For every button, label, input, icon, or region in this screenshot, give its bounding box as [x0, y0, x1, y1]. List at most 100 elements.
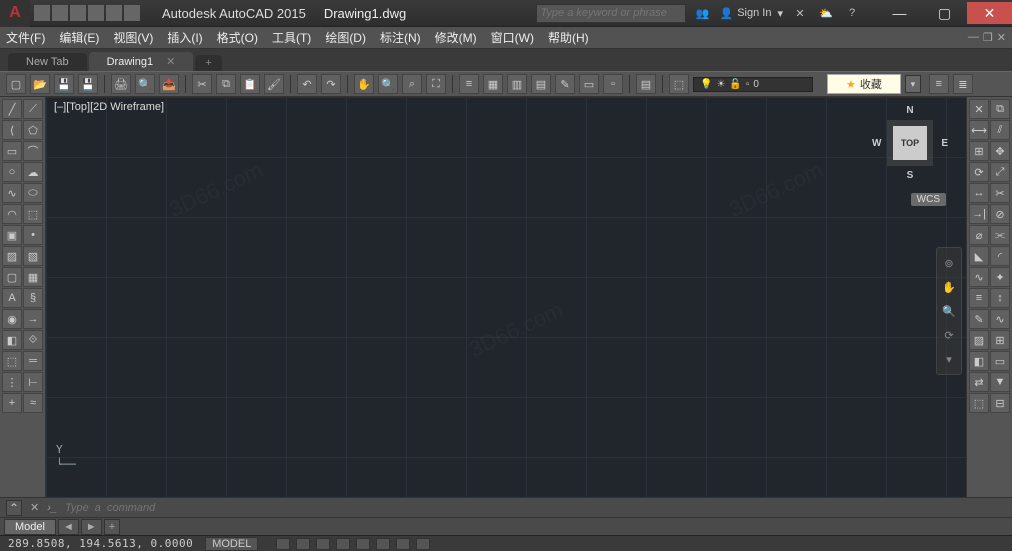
menu-dimension[interactable]: 标注(N) [380, 29, 421, 46]
table-tool-icon[interactable]: ▦ [23, 267, 43, 287]
mdi-restore-icon[interactable]: ❐ [983, 31, 993, 44]
gradient-tool-icon[interactable]: ▧ [23, 246, 43, 266]
layout-prev-icon[interactable]: ◄ [58, 519, 79, 535]
polar-toggle-icon[interactable] [336, 538, 350, 550]
ortho-toggle-icon[interactable] [316, 538, 330, 550]
construction-line-icon[interactable]: ⟋ [23, 99, 43, 119]
divide-tool-icon[interactable]: ⋮ [2, 372, 22, 392]
spline-tool-icon[interactable]: ∿ [2, 183, 22, 203]
transparency-toggle-icon[interactable] [416, 538, 430, 550]
break-point-icon[interactable]: ⊘ [990, 204, 1010, 224]
undo-icon[interactable]: ↶ [297, 74, 317, 94]
donut-tool-icon[interactable]: ◉ [2, 309, 22, 329]
search-people-icon[interactable]: 👥 [694, 4, 712, 22]
arc-tool-icon[interactable]: ⌒ [23, 141, 43, 161]
coordinates-readout[interactable]: 289.8508, 194.5613, 0.0000 [8, 537, 193, 550]
layout-add-icon[interactable]: + [104, 519, 120, 535]
mirror-tool-icon[interactable]: ⟷ [969, 120, 989, 140]
mdi-close-icon[interactable]: ✕ [997, 31, 1006, 44]
change-space-icon[interactable]: ▭ [990, 351, 1010, 371]
match-icon[interactable]: 🖌 [264, 74, 284, 94]
layer-manager-icon[interactable]: ⬚ [669, 74, 689, 94]
extend-tool-icon[interactable]: →| [969, 204, 989, 224]
mdi-minimize-icon[interactable]: — [968, 31, 979, 44]
nav-zoom-icon[interactable]: 🔍 [940, 302, 958, 320]
nav-wheel-icon[interactable]: ⊚ [940, 254, 958, 272]
help-icon[interactable]: ? [843, 4, 861, 22]
line-tool-icon[interactable]: ╱ [2, 99, 22, 119]
menu-edit[interactable]: 编辑(E) [59, 29, 99, 46]
addselected-icon[interactable]: + [2, 393, 22, 413]
viewcube-top-face[interactable]: TOP [893, 126, 927, 160]
3dpoly-tool-icon[interactable]: ⟐ [23, 330, 43, 350]
blend-tool-icon[interactable]: ∿ [969, 267, 989, 287]
fillet-tool-icon[interactable]: ◜ [990, 246, 1010, 266]
command-history-icon[interactable]: ⌃ [6, 500, 22, 516]
open-icon[interactable]: 📂 [30, 74, 50, 94]
layout-next-icon[interactable]: ► [81, 519, 102, 535]
point-tool-icon[interactable]: • [23, 225, 43, 245]
close-button[interactable]: ✕ [967, 2, 1012, 24]
wipeout-tool-icon[interactable]: ◧ [2, 330, 22, 350]
layer-prop-icon[interactable]: ▤ [636, 74, 656, 94]
copy-tool-icon[interactable]: ⧉ [990, 99, 1010, 119]
maximize-button[interactable]: ▢ [922, 2, 967, 24]
menu-file[interactable]: 文件(F) [6, 29, 45, 46]
minimize-button[interactable]: — [877, 2, 922, 24]
stretch-tool-icon[interactable]: ↔ [969, 183, 989, 203]
move-tool-icon[interactable]: ✥ [990, 141, 1010, 161]
menu-insert[interactable]: 插入(I) [167, 29, 202, 46]
quickcalc-icon[interactable]: ▭ [579, 74, 599, 94]
reverse-tool-icon[interactable]: ⇄ [969, 372, 989, 392]
helix-tool-icon[interactable]: § [23, 288, 43, 308]
align-tool-icon[interactable]: ≡ [969, 288, 989, 308]
tab-add-button[interactable]: + [195, 55, 221, 71]
wcs-badge[interactable]: WCS [911, 193, 946, 206]
copy-icon[interactable]: ⧉ [216, 74, 236, 94]
sheet-set-icon[interactable]: ▤ [531, 74, 551, 94]
region-tool-icon[interactable]: ▢ [2, 267, 22, 287]
app-logo-icon[interactable]: A [0, 0, 30, 27]
paste-icon[interactable]: 📋 [240, 74, 260, 94]
tab-close-icon[interactable]: ✕ [166, 56, 175, 68]
pan-icon[interactable]: ✋ [354, 74, 374, 94]
qat-dropdown-icon[interactable] [124, 5, 140, 21]
cut-icon[interactable]: ✂ [192, 74, 212, 94]
erase-tool-icon[interactable]: ✕ [969, 99, 989, 119]
ray-tool-icon[interactable]: → [23, 309, 43, 329]
polygon-tool-icon[interactable]: ⬠ [23, 120, 43, 140]
nav-pan-icon[interactable]: ✋ [940, 278, 958, 296]
measure-tool-icon[interactable]: ⊢ [23, 372, 43, 392]
menu-modify[interactable]: 修改(M) [435, 29, 477, 46]
edit-poly-icon[interactable]: ✎ [969, 309, 989, 329]
ellipse-arc-icon[interactable]: ◠ [2, 204, 22, 224]
qat-redo-icon[interactable] [106, 5, 122, 21]
cloud-icon[interactable]: ⛅ [817, 4, 835, 22]
array-tool-icon[interactable]: ⊞ [969, 141, 989, 161]
menu-tools[interactable]: 工具(T) [272, 29, 311, 46]
nav-showmotion-icon[interactable]: ▾ [940, 350, 958, 368]
qat-save-icon[interactable] [70, 5, 86, 21]
scale-tool-icon[interactable]: ⤢ [990, 162, 1010, 182]
properties-icon[interactable]: ≡ [459, 74, 479, 94]
qat-open-icon[interactable] [52, 5, 68, 21]
new-icon[interactable]: ▢ [6, 74, 26, 94]
publish-icon[interactable]: 📤 [159, 74, 179, 94]
plot-icon[interactable]: 🖨 [111, 74, 131, 94]
chamfer-tool-icon[interactable]: ◣ [969, 246, 989, 266]
trim-tool-icon[interactable]: ✂ [990, 183, 1010, 203]
layer-dropdown[interactable]: 💡 ☀ 🔓 ▫ 0 [693, 77, 813, 92]
draworder-tool-icon[interactable]: ▼ [990, 372, 1010, 392]
group-tool-icon[interactable]: ⬚ [969, 393, 989, 413]
command-close-icon[interactable]: ✕ [30, 501, 39, 514]
viewcube[interactable]: N S E W TOP [874, 107, 946, 179]
set-bylayer-icon[interactable]: ◧ [969, 351, 989, 371]
viewport[interactable]: [–][Top][2D Wireframe] N S E W TOP WCS ⊚… [46, 97, 966, 497]
offset-tool-icon[interactable]: ⫽ [990, 120, 1010, 140]
snap-toggle-icon[interactable] [296, 538, 310, 550]
tab-drawing1[interactable]: Drawing1 ✕ [89, 52, 194, 71]
hatch-tool-icon[interactable]: ▨ [2, 246, 22, 266]
revcloud-tool-icon[interactable]: ☁ [23, 162, 43, 182]
menu-window[interactable]: 窗口(W) [491, 29, 534, 46]
mtext-tool-icon[interactable]: A [2, 288, 22, 308]
